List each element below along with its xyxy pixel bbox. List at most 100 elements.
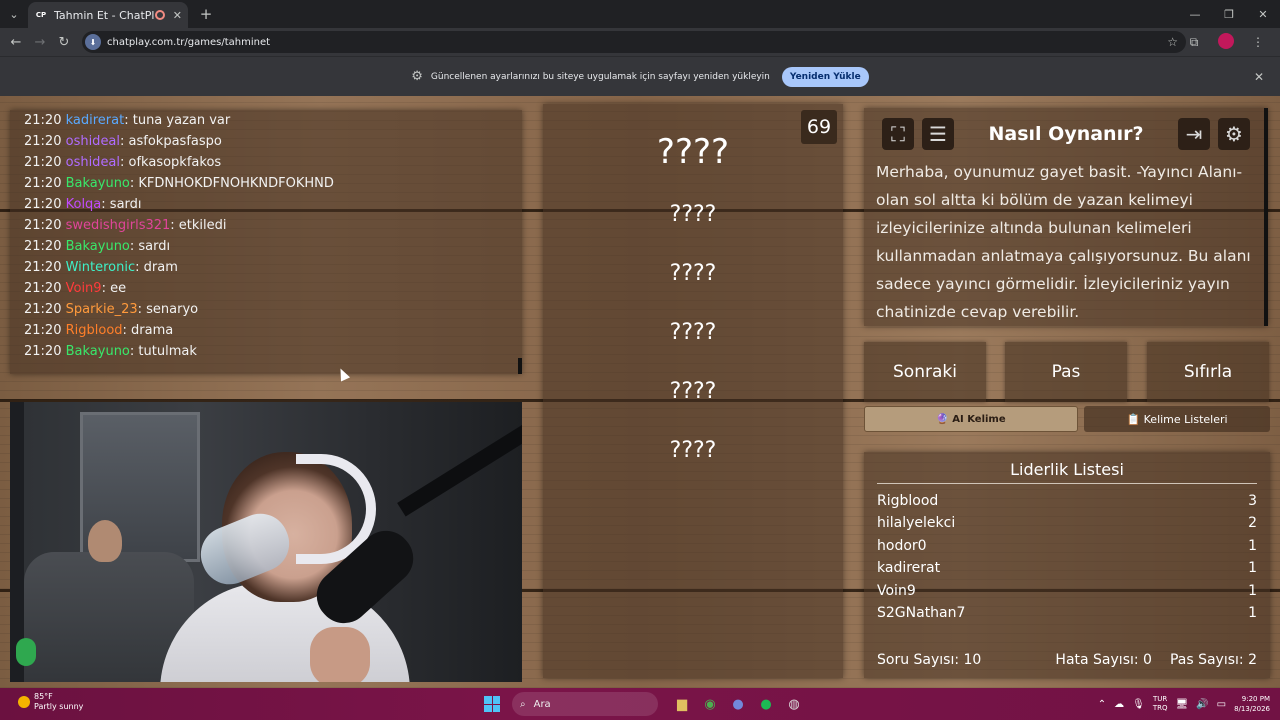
leaderboard-row: hodor0 1 xyxy=(877,535,1257,557)
microphone-icon[interactable]: 🎙 xyxy=(1132,699,1145,710)
discord-icon[interactable]: ● xyxy=(725,691,751,717)
extensions-icon[interactable]: ⧉ xyxy=(1178,35,1210,50)
bookmark-star-icon[interactable]: ☆ xyxy=(1167,35,1178,49)
word-lists-button[interactable]: 📋 Kelime Listeleri xyxy=(1084,406,1270,432)
settings-infobar: ⚙ Güncellenen ayarlarınızı bu siteye uyg… xyxy=(0,56,1280,96)
spotify-icon[interactable]: ● xyxy=(753,691,779,717)
taskbar-search[interactable]: ⌕ Ara xyxy=(512,692,658,716)
gear-icon[interactable]: ⚙ xyxy=(1218,118,1250,150)
chat-username[interactable]: Bakayuno xyxy=(66,176,130,191)
partly-sunny-icon xyxy=(18,696,30,708)
chat-message: 21:20 Kolqa: sardı xyxy=(24,194,508,215)
chat-username[interactable]: Sparkie_23 xyxy=(66,302,138,317)
new-tab-button[interactable]: + xyxy=(192,5,220,23)
tab-search-icon[interactable]: ⌄ xyxy=(0,0,28,28)
chat-username[interactable]: Winteronic xyxy=(66,260,136,275)
site-info-icon[interactable]: ⬇ xyxy=(85,34,101,50)
clock-date: 8/13/2026 xyxy=(1234,705,1270,713)
reload-button[interactable]: ↻ xyxy=(52,35,76,50)
chat-message: 21:20 oshideal: asfokpasfaspo xyxy=(24,131,508,152)
chat-username[interactable]: Bakayuno xyxy=(66,344,130,359)
chat-scrollbar[interactable] xyxy=(518,358,522,374)
leaderboard-title: Liderlik Listesi xyxy=(877,460,1257,484)
leaderboard-row: S2GNathan7 1 xyxy=(877,602,1257,624)
forbidden-word: ???? xyxy=(669,320,717,345)
chat-username[interactable]: Voin9 xyxy=(66,281,102,296)
leaderboard-rows: Rigblood 3 hilalyelekci 2 hodor0 1 kadirerat 1 V… xyxy=(877,490,1257,624)
chat-text: : tutulmak xyxy=(129,344,197,359)
chatplay-favicon-icon: CP xyxy=(35,11,47,19)
chat-username[interactable]: Bakayuno xyxy=(66,239,130,254)
list-icon[interactable]: ☰ xyxy=(922,118,954,150)
forward-button[interactable]: → xyxy=(28,35,52,50)
reload-page-button[interactable]: Yeniden Yükle xyxy=(781,66,869,87)
how-to-play-title: Nasıl Oynanır? xyxy=(988,123,1144,145)
weather-condition: Partly sunny xyxy=(34,702,84,711)
exit-icon[interactable]: ⇥ xyxy=(1178,118,1210,150)
clock[interactable]: 9:20 PM 8/13/2026 xyxy=(1234,694,1270,714)
show-hidden-icons-icon[interactable]: ⌃ xyxy=(1098,699,1106,710)
battery-icon[interactable]: ▭ xyxy=(1217,699,1226,710)
chat-text: : ee xyxy=(101,281,127,296)
chat-timestamp: 21:20 xyxy=(24,176,62,191)
chat-text: : drama xyxy=(122,323,174,338)
leaderboard-row: Rigblood 3 xyxy=(877,490,1257,512)
chat-text: : sardı xyxy=(129,239,171,254)
search-icon: ⌕ xyxy=(520,698,526,710)
obs-icon[interactable]: ◍ xyxy=(781,691,807,717)
chat-username[interactable]: swedishgirls321 xyxy=(66,218,171,233)
next-button[interactable]: Sonraki xyxy=(864,342,986,402)
cloud-icon[interactable]: ☁ xyxy=(1114,699,1124,710)
back-button[interactable]: ← xyxy=(4,35,28,50)
url-text[interactable]: chatplay.com.tr/games/tahminet xyxy=(107,37,270,48)
close-tab-icon[interactable]: ✕ xyxy=(173,9,182,22)
volume-icon[interactable]: 🔊 xyxy=(1196,699,1208,710)
system-tray: ⌃ ☁ 🎙 TUR TRQ 🖥 🔊 ▭ 9:20 PM 8/13/2026 xyxy=(1090,688,1270,720)
how-to-play-scrollbar[interactable] xyxy=(1264,108,1268,326)
chat-username[interactable]: oshideal xyxy=(66,134,120,149)
chat-username[interactable]: kadirerat xyxy=(66,113,125,128)
chat-message: 21:20 swedishgirls321: etkiledi xyxy=(24,215,508,236)
leaderboard-panel: Liderlik Listesi Rigblood 3 hilalyelekci 2 h… xyxy=(864,452,1270,678)
player-name: Voin9 xyxy=(877,582,916,599)
leaderboard-row: hilalyelekci 2 xyxy=(877,512,1257,534)
fullscreen-icon[interactable]: ⛶ xyxy=(882,118,914,150)
tab-title: Tahmin Et - ChatPlay xyxy=(54,8,155,22)
leaderboard-row: Voin9 1 xyxy=(877,580,1257,602)
windows-start-icon[interactable] xyxy=(484,696,500,712)
chat-panel: 21:20 kadirerat: tuna yazan var 21:20 osh… xyxy=(10,110,522,374)
toolbar-right: ⧉ ⋮ xyxy=(1178,28,1274,56)
address-bar[interactable]: ⬇ chatplay.com.tr/games/tahminet ☆ xyxy=(82,31,1186,53)
pass-button[interactable]: Pas xyxy=(1005,342,1127,402)
browser-tab[interactable]: CP Tahmin Et - ChatPlay ✕ xyxy=(28,2,188,28)
temperature: 85°F xyxy=(34,692,53,701)
chat-text: : asfokpasfaspo xyxy=(120,134,222,149)
chrome-icon[interactable]: ◉ xyxy=(697,691,723,717)
clock-time: 9:20 PM xyxy=(1241,695,1270,703)
chat-timestamp: 21:20 xyxy=(24,239,62,254)
restore-button[interactable]: ❐ xyxy=(1212,0,1246,28)
ai-word-button[interactable]: 🔮 AI Kelime xyxy=(864,406,1078,432)
network-icon[interactable]: 🖥 xyxy=(1175,699,1188,710)
chat-timestamp: 21:20 xyxy=(24,197,62,212)
pass-count: Pas Sayısı: 2 xyxy=(1169,652,1257,668)
minimize-button[interactable]: — xyxy=(1178,0,1212,28)
infobar-message: Güncellenen ayarlarınızı bu siteye uygul… xyxy=(430,71,770,82)
close-infobar-icon[interactable]: ✕ xyxy=(1254,70,1264,84)
how-to-play-text: Merhaba, oyunumuz gayet basit. -Yayıncı … xyxy=(876,163,1251,321)
language-indicator[interactable]: TUR TRQ xyxy=(1153,695,1168,713)
menu-kebab-icon[interactable]: ⋮ xyxy=(1242,35,1274,49)
chat-username[interactable]: Rigblood xyxy=(66,323,123,338)
chat-username[interactable]: Kolqa xyxy=(66,197,102,212)
settings-gear-icon: ⚙ xyxy=(411,69,423,84)
leaderboard-row: kadirerat 1 xyxy=(877,557,1257,579)
file-explorer-icon[interactable]: ▆ xyxy=(669,691,695,717)
chat-timestamp: 21:20 xyxy=(24,218,62,233)
window-controls: — ❐ ✕ xyxy=(1178,0,1280,28)
reset-button[interactable]: Sıfırla xyxy=(1147,342,1269,402)
weather-widget[interactable]: 85°F Partly sunny xyxy=(18,692,83,712)
player-score: 2 xyxy=(1248,515,1257,532)
chat-username[interactable]: oshideal xyxy=(66,155,120,170)
close-window-button[interactable]: ✕ xyxy=(1246,0,1280,28)
profile-avatar[interactable] xyxy=(1210,32,1242,52)
